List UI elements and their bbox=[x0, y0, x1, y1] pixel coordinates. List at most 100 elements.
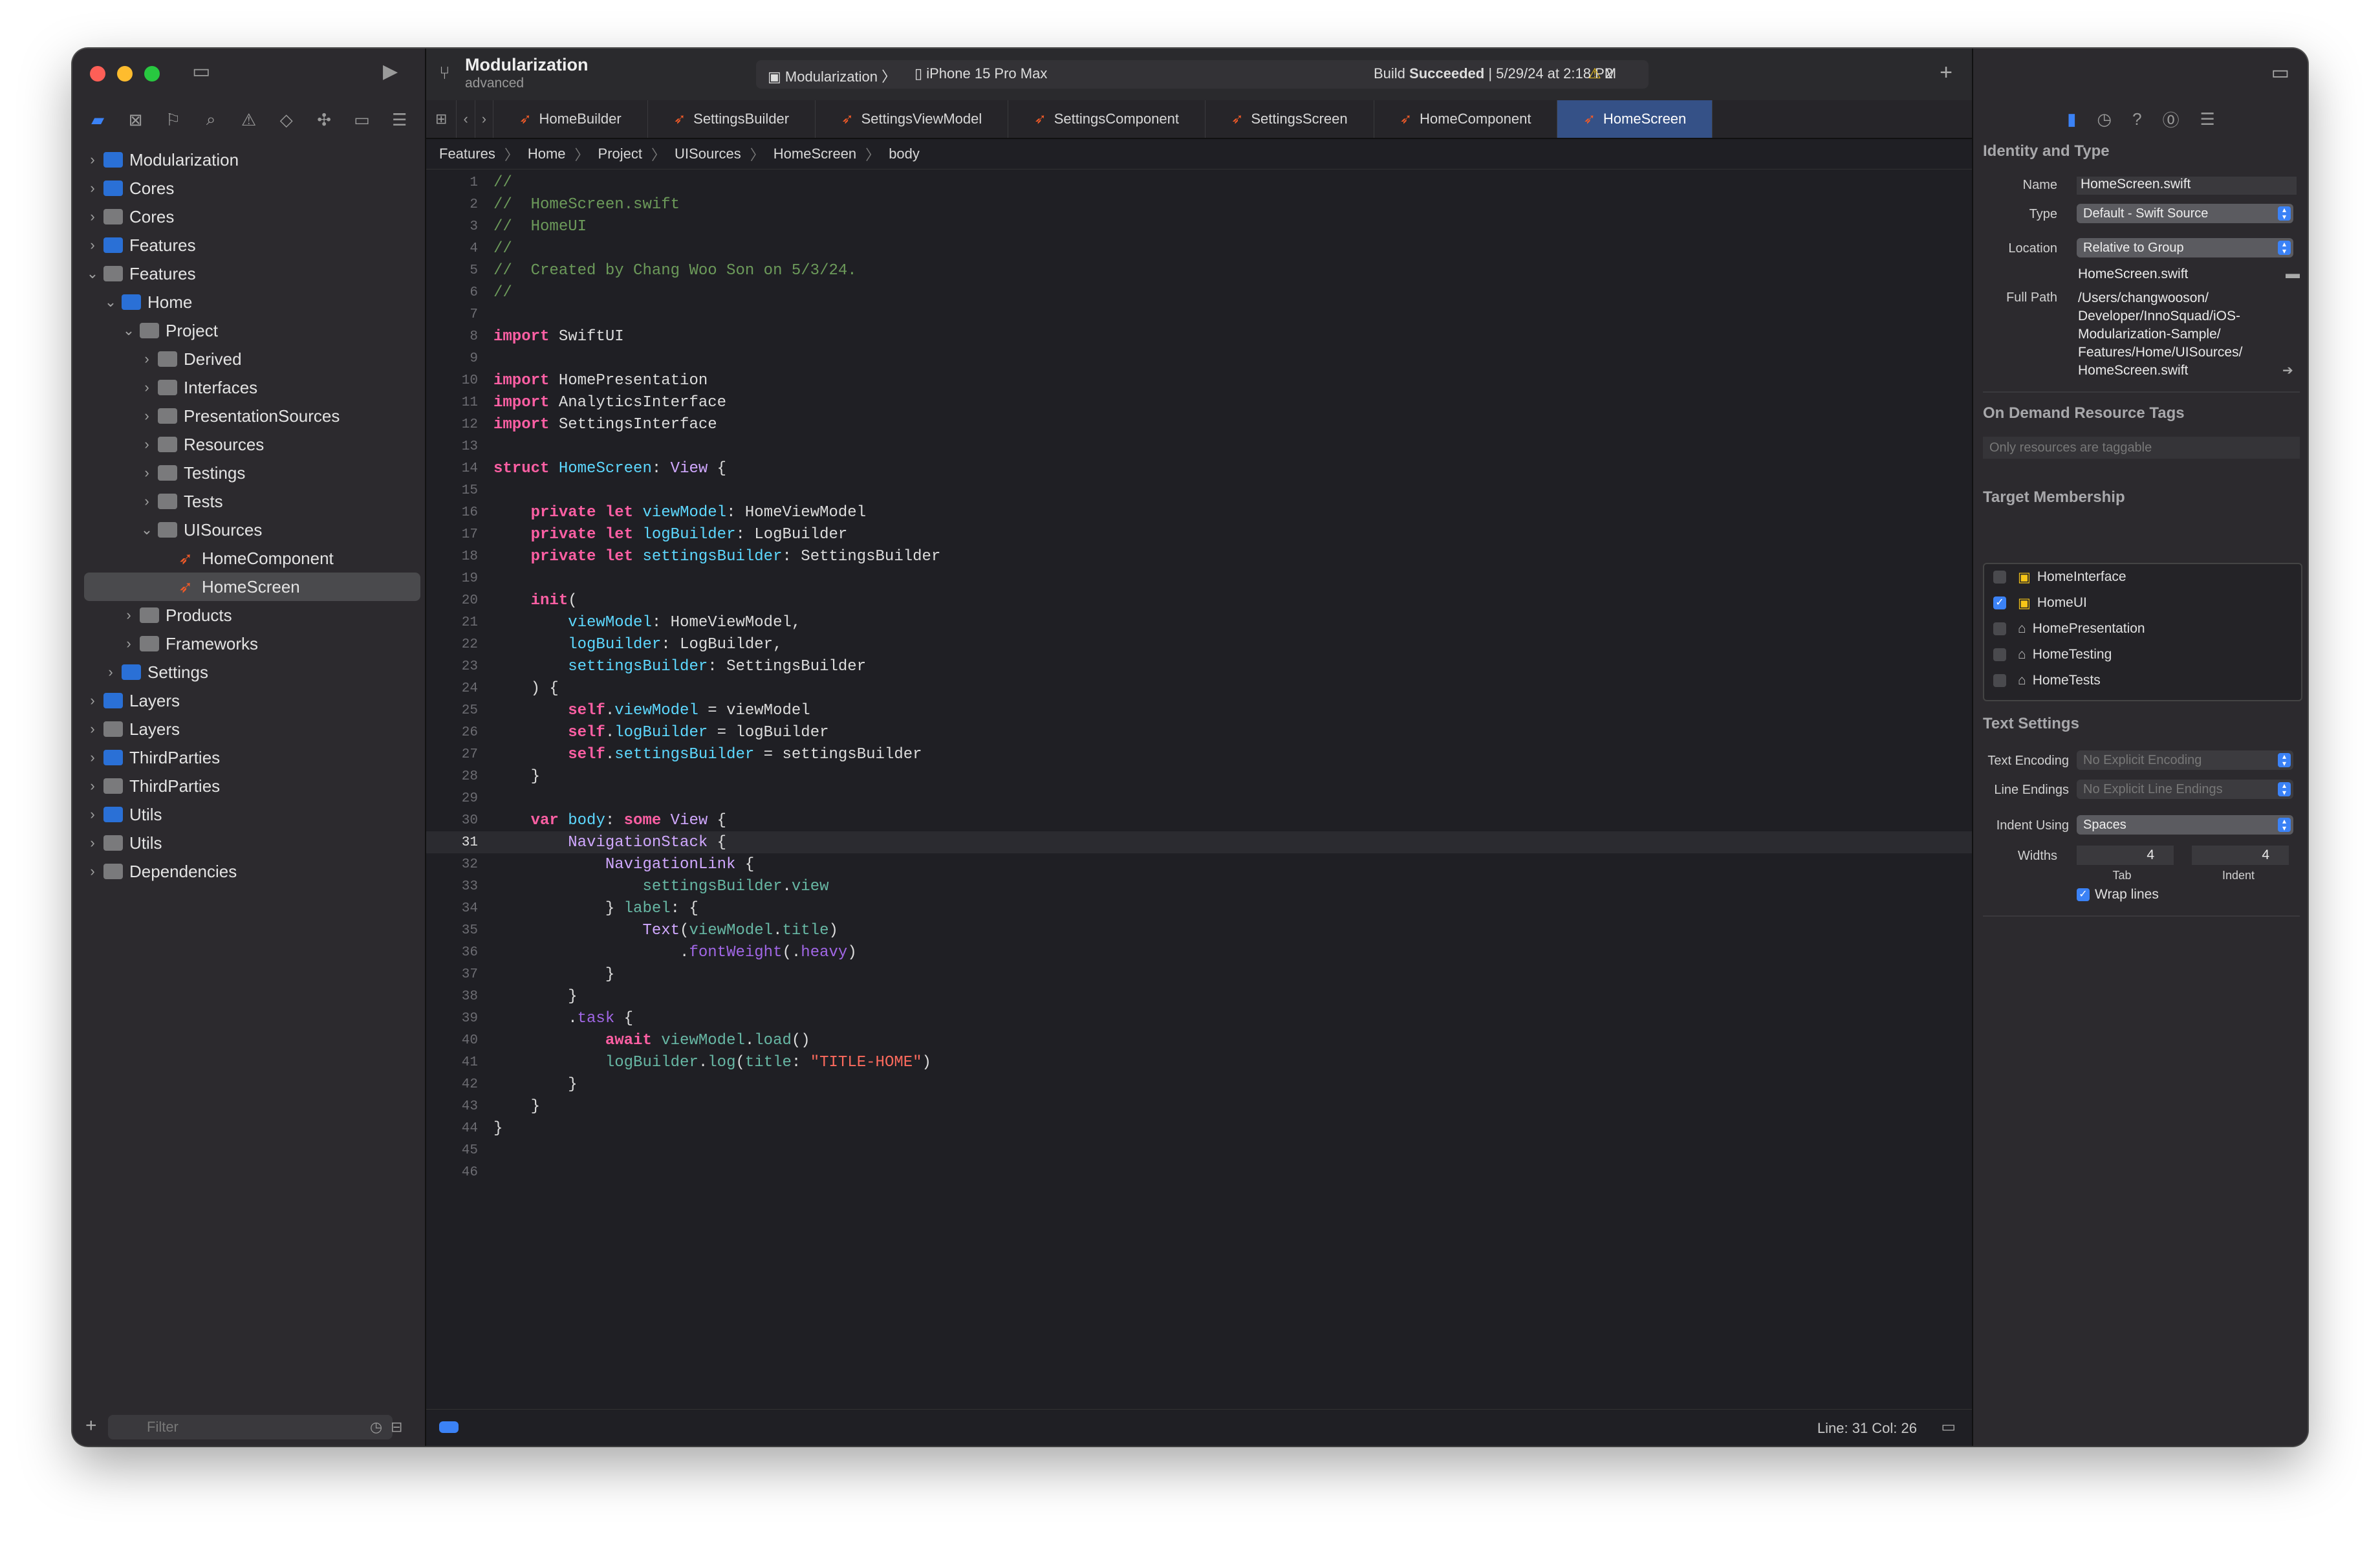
chevron-right-icon[interactable]: › bbox=[140, 464, 154, 481]
editor-tab[interactable]: ➶ SettingsBuilder bbox=[648, 100, 816, 138]
code-line[interactable]: 22 logBuilder: LogBuilder, bbox=[426, 633, 1972, 655]
target-row[interactable]: ⌂ HomePresentation bbox=[1984, 616, 2301, 642]
location-popup[interactable]: Relative to Group ▴ ▾ bbox=[2077, 238, 2293, 257]
code-line[interactable]: 38 } bbox=[426, 985, 1972, 1007]
forward-icon[interactable]: › bbox=[475, 100, 494, 138]
folder-icon[interactable]: ▬ bbox=[2286, 265, 2300, 282]
code-line[interactable]: 26 self. logBuilder = logBuilder bbox=[426, 721, 1972, 743]
chevron-right-icon[interactable]: › bbox=[85, 749, 100, 766]
tree-item[interactable]: › Utils bbox=[84, 829, 420, 857]
reveal-arrow-icon[interactable]: ➔ bbox=[2282, 362, 2293, 378]
code-line[interactable]: 16 private let viewModel: HomeViewModel bbox=[426, 501, 1972, 523]
run-button-icon[interactable]: ▶ bbox=[383, 60, 398, 83]
code-line[interactable]: 3 // HomeUI bbox=[426, 215, 1972, 237]
tree-item[interactable]: › Utils bbox=[84, 800, 420, 829]
editor-tab[interactable]: ➶ HomeComponent bbox=[1374, 100, 1558, 138]
chevron-right-icon[interactable]: › bbox=[85, 692, 100, 709]
code-line[interactable]: 2 // HomeScreen.swift bbox=[426, 193, 1972, 215]
tab-width-stepper[interactable]: 4 bbox=[2077, 846, 2174, 865]
report-icon[interactable]: ☰ bbox=[387, 110, 413, 130]
tree-item[interactable]: › Interfaces bbox=[84, 373, 420, 402]
wrap-lines-checkbox[interactable]: ✓ Wrap lines bbox=[2077, 887, 2159, 902]
tree-item[interactable]: › Frameworks bbox=[84, 629, 420, 658]
breadcrumb-item[interactable]: Project bbox=[598, 146, 642, 162]
grid-icon[interactable]: ⊞ bbox=[426, 100, 457, 138]
sidebar-toggle-icon[interactable]: ▭ bbox=[192, 60, 210, 83]
tree-item[interactable]: › Settings bbox=[84, 658, 420, 686]
tree-item[interactable]: › Cores bbox=[84, 174, 420, 202]
tree-item[interactable]: › Modularization bbox=[84, 146, 420, 174]
chevron-down-icon[interactable]: ⌄ bbox=[85, 265, 100, 282]
indent-width-stepper[interactable]: 4 bbox=[2192, 846, 2289, 865]
chevron-right-icon[interactable]: › bbox=[85, 721, 100, 738]
file-icon[interactable]: ▮ bbox=[2067, 109, 2076, 129]
chevron-right-icon[interactable]: › bbox=[85, 237, 100, 254]
type-popup[interactable]: Default - Swift Source ▴ ▾ bbox=[2077, 204, 2293, 223]
target-row[interactable]: ⌂ HomeTests bbox=[1984, 668, 2301, 694]
history-icon[interactable]: ◷ bbox=[2097, 109, 2112, 129]
chevron-right-icon[interactable]: › bbox=[140, 493, 154, 510]
chevron-right-icon[interactable]: › bbox=[85, 151, 100, 168]
tree-item[interactable]: ⌄ UISources bbox=[84, 516, 420, 544]
tree-item[interactable]: › ThirdParties bbox=[84, 772, 420, 800]
tree-item[interactable]: ⌄ Features bbox=[84, 259, 420, 288]
tree-item[interactable]: › Layers bbox=[84, 686, 420, 715]
scheme-selector[interactable]: ▣ Modularization 〉 bbox=[768, 65, 896, 86]
breadcrumb-item[interactable]: body bbox=[889, 146, 920, 162]
source-control-icon[interactable]: ⊠ bbox=[122, 110, 148, 130]
code-line[interactable]: 41 logBuilder. log(title: "TITLE-HOME") bbox=[426, 1051, 1972, 1073]
scm-filter-icon[interactable]: ⊟ bbox=[391, 1419, 402, 1436]
chevron-right-icon[interactable]: › bbox=[140, 436, 154, 453]
tree-item[interactable]: ⌄ Project bbox=[84, 316, 420, 345]
accessibility-icon[interactable]: ⓪ bbox=[2163, 107, 2180, 131]
tree-item[interactable]: › Features bbox=[84, 231, 420, 259]
chevron-right-icon[interactable]: › bbox=[103, 664, 118, 681]
attributes-icon[interactable]: ☰ bbox=[2200, 109, 2215, 129]
tree-item[interactable]: › Tests bbox=[84, 487, 420, 516]
code-line[interactable]: 1 // bbox=[426, 171, 1972, 193]
warning-icon[interactable]: ⚠ 2 bbox=[1588, 65, 1613, 82]
breakpoint-icon[interactable]: ▭ bbox=[349, 110, 374, 130]
encoding-popup[interactable]: No Explicit Encoding ▴ ▾ bbox=[2077, 750, 2293, 770]
tree-item[interactable]: ⌄ Home bbox=[84, 288, 420, 316]
editor-tab[interactable]: ➶ SettingsScreen bbox=[1206, 100, 1374, 138]
code-line[interactable]: 19 bbox=[426, 567, 1972, 589]
code-line[interactable]: 30 var body: some View { bbox=[426, 809, 1972, 831]
chevron-right-icon[interactable]: › bbox=[85, 208, 100, 225]
code-line[interactable]: 28 } bbox=[426, 765, 1972, 787]
filter-input[interactable]: Filter bbox=[108, 1415, 393, 1439]
target-row[interactable]: ✓ ▣ HomeUI bbox=[1984, 590, 2301, 616]
chevron-down-icon[interactable]: ⌄ bbox=[103, 294, 118, 311]
branch-name[interactable]: advanced bbox=[465, 76, 524, 91]
editor-tab[interactable]: ➶ SettingsViewModel bbox=[816, 100, 1009, 138]
code-line[interactable]: 45 bbox=[426, 1139, 1972, 1161]
target-checkbox[interactable] bbox=[1993, 674, 2006, 687]
code-line[interactable]: 36 . fontWeight (. heavy) bbox=[426, 941, 1972, 963]
chevron-right-icon[interactable]: › bbox=[122, 635, 136, 652]
code-line[interactable]: 5 // Created by Chang Woo Son on 5/3/24. bbox=[426, 259, 1972, 281]
close-button[interactable] bbox=[90, 66, 105, 82]
breadcrumb-item[interactable]: HomeScreen bbox=[774, 146, 856, 162]
tree-item[interactable]: › Cores bbox=[84, 202, 420, 231]
odr-tags-field[interactable]: Only resources are taggable bbox=[1983, 437, 2300, 459]
device-selector[interactable]: ▯ iPhone 15 Pro Max bbox=[914, 65, 1047, 82]
breadcrumb-item[interactable]: UISources bbox=[675, 146, 741, 162]
panel-toggle-icon[interactable]: ▭ bbox=[1941, 1417, 1956, 1436]
code-line[interactable]: 17 private let logBuilder: LogBuilder bbox=[426, 523, 1972, 545]
code-line[interactable]: 42 } bbox=[426, 1073, 1972, 1095]
chevron-right-icon[interactable]: › bbox=[85, 778, 100, 794]
indent-using-popup[interactable]: Spaces ▴ ▾ bbox=[2077, 815, 2293, 835]
tree-item[interactable]: › ThirdParties bbox=[84, 743, 420, 772]
issue-icon[interactable]: ⚠ bbox=[235, 110, 261, 130]
target-checkbox[interactable] bbox=[1993, 571, 2006, 584]
code-line[interactable]: 6 // bbox=[426, 281, 1972, 303]
code-line[interactable]: 13 bbox=[426, 435, 1972, 457]
code-line[interactable]: 34 } label: { bbox=[426, 897, 1972, 919]
inspector-toggle-icon[interactable]: ▭ bbox=[2271, 61, 2289, 84]
code-line[interactable]: 23 settingsBuilder: SettingsBuilder bbox=[426, 655, 1972, 677]
code-line[interactable]: 18 private let settingsBuilder: Settings… bbox=[426, 545, 1972, 567]
tree-item[interactable]: › Layers bbox=[84, 715, 420, 743]
code-line[interactable]: 27 self. settingsBuilder = settingsBuilde… bbox=[426, 743, 1972, 765]
tree-item[interactable]: › Derived bbox=[84, 345, 420, 373]
editor-tab[interactable]: ➶ SettingsComponent bbox=[1008, 100, 1206, 138]
